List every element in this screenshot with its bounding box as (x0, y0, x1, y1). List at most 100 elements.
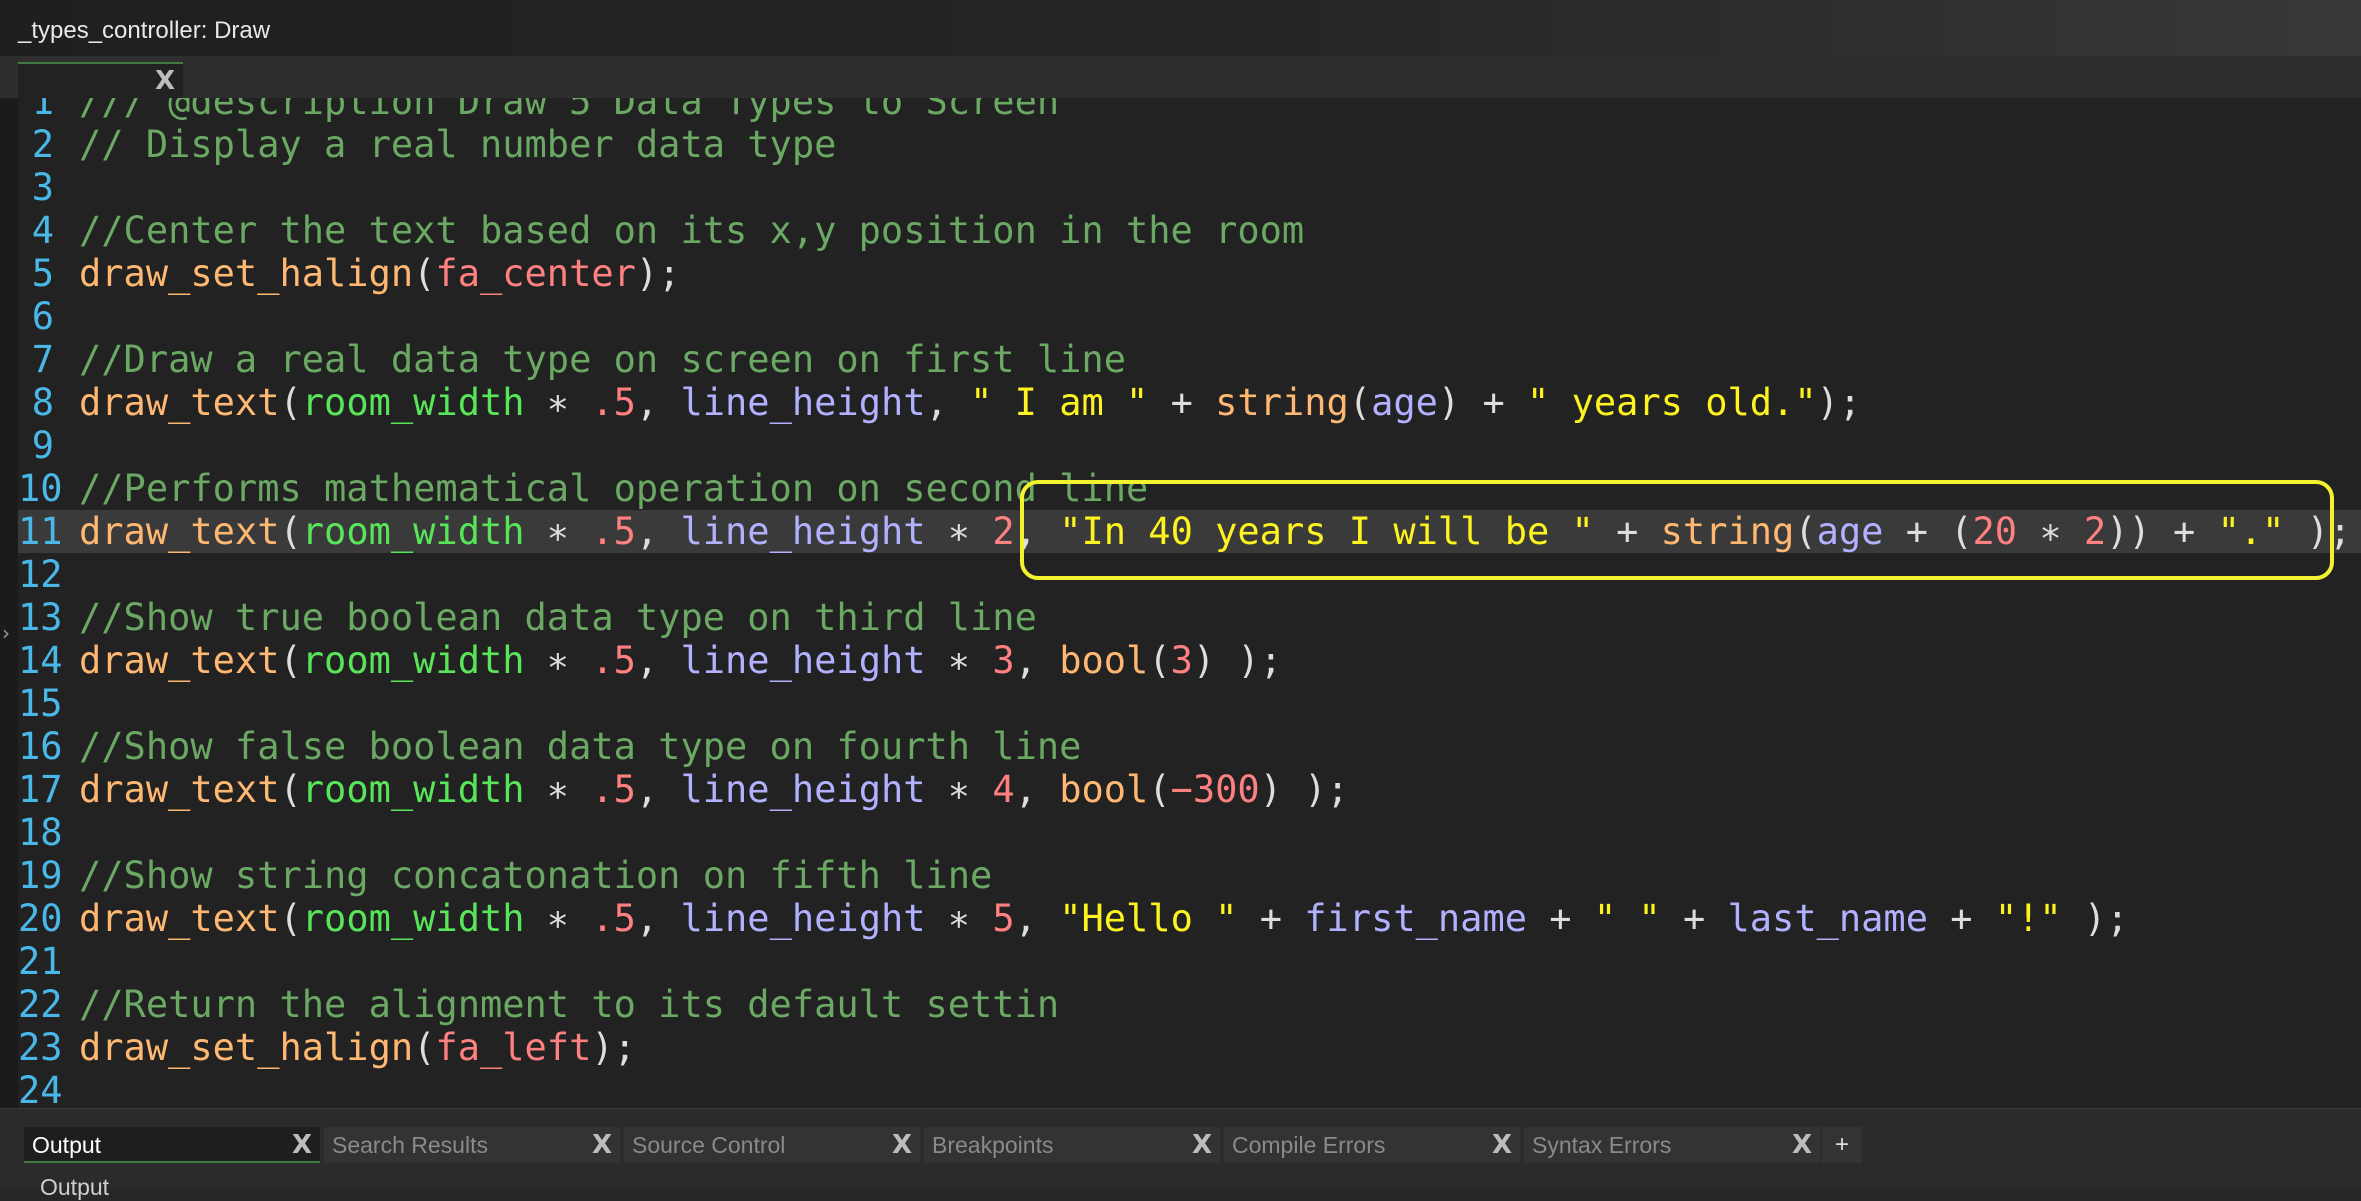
line-number: 18 (18, 811, 63, 854)
code-token: ( (413, 252, 436, 295)
output-tab[interactable]: Breakpoints X (924, 1127, 1220, 1163)
output-tab[interactable]: Compile Errors X (1224, 1127, 1520, 1163)
output-tab[interactable]: Syntax Errors X (1524, 1127, 1820, 1163)
code-line[interactable]: 22 //Return the alignment to its default … (18, 983, 2361, 1026)
code-line[interactable]: 7 //Draw a real data type on screen on fi… (18, 338, 2361, 381)
code-token: "." (2217, 510, 2285, 553)
add-tab-button[interactable]: + (1822, 1127, 1862, 1163)
line-number: 3 (31, 166, 54, 209)
close-icon[interactable]: X (292, 1127, 312, 1163)
code-token: 4 (992, 768, 1015, 811)
code-text[interactable]: //Performs mathematical operation on sec… (79, 467, 1148, 510)
code-text[interactable]: //Show string concatonation on fifth lin… (79, 854, 992, 897)
close-icon[interactable]: X (592, 1127, 612, 1163)
code-token: //Show true boolean data type on third l… (79, 596, 1037, 639)
code-text[interactable]: //Show false boolean data type on fourth… (79, 725, 1081, 768)
output-panel-label: Output (40, 1174, 110, 1200)
code-line[interactable]: 17 draw_text(room_width ∗ .5, line_height… (18, 768, 2361, 811)
code-text[interactable]: draw_text(room_width ∗ .5, line_height ∗… (79, 768, 1349, 811)
code-text[interactable]: //Show true boolean data type on third l… (79, 596, 1037, 639)
code-text[interactable]: //Return the alignment to its default se… (79, 983, 1059, 1026)
code-token: room_width (301, 381, 525, 424)
code-token: //Return the alignment to its default se… (79, 983, 1060, 1026)
code-line[interactable]: 8 draw_text(room_width ∗ .5, line_height,… (18, 381, 2361, 424)
code-token: , (1014, 639, 1060, 682)
code-line[interactable]: 5 draw_set_halign(fa_center); (18, 252, 2361, 295)
code-line[interactable]: 11 draw_text(room_width ∗ .5, line_height… (18, 510, 2361, 553)
line-number: 16 (18, 725, 63, 768)
code-line[interactable]: 24 (18, 1069, 2361, 1108)
code-token: + (1237, 897, 1305, 940)
code-text[interactable]: //Center the text based on its x,y posit… (79, 209, 1304, 252)
code-token: ); (635, 252, 681, 295)
code-line[interactable]: 1 /// @description Draw 5 Data Types to S… (18, 98, 2361, 123)
document-tab[interactable]: X (18, 62, 183, 98)
close-icon[interactable]: X (1492, 1127, 1512, 1163)
code-token: ); (591, 1026, 636, 1069)
code-token: ( (279, 897, 302, 940)
code-text[interactable]: draw_set_halign(fa_left); (79, 1026, 636, 1069)
code-line[interactable]: 19 //Show string concatonation on fifth l… (18, 854, 2361, 897)
output-tab[interactable]: Output X (24, 1127, 320, 1163)
line-number: 7 (31, 338, 54, 381)
code-text[interactable]: draw_text(room_width ∗ .5, line_height, … (79, 381, 1861, 424)
code-editor[interactable]: 1 /// @description Draw 5 Data Types to S… (18, 98, 2361, 1108)
code-line[interactable]: 16 //Show false boolean data type on four… (18, 725, 2361, 768)
code-token: ∗ (524, 381, 592, 424)
code-token: last_name (1727, 897, 1928, 940)
code-token: draw_text (79, 639, 280, 682)
code-text[interactable]: draw_text(room_width ∗ .5, line_height ∗… (79, 639, 1282, 682)
code-token: )) + (2106, 510, 2218, 553)
code-text[interactable]: //Draw a real data type on screen on fir… (79, 338, 1126, 381)
code-line[interactable]: 14 draw_text(room_width ∗ .5, line_height… (18, 639, 2361, 682)
code-line[interactable]: 2 // Display a real number data type (18, 123, 2361, 166)
code-token: ∗ (925, 639, 993, 682)
code-token: ( (1148, 768, 1171, 811)
code-token: ∗ (925, 897, 993, 940)
close-icon[interactable]: X (1792, 1127, 1812, 1163)
code-line[interactable]: 10 //Performs mathematical operation on s… (18, 467, 2361, 510)
code-text[interactable]: /// @description Draw 5 Data Types to Sc… (79, 98, 1059, 123)
code-line[interactable]: 6 (18, 295, 2361, 338)
output-tab-label: Source Control (632, 1132, 786, 1158)
code-line[interactable]: 20 draw_text(room_width ∗ .5, line_height… (18, 897, 2361, 940)
code-token: , (635, 897, 681, 940)
code-text[interactable]: draw_text(room_width ∗ .5, line_height ∗… (79, 510, 2351, 553)
output-tab[interactable]: Source Control X (624, 1127, 920, 1163)
code-token: .5 (591, 381, 636, 424)
close-icon[interactable]: X (155, 68, 175, 94)
code-token: "!" (1994, 897, 2062, 940)
code-line[interactable]: 13 //Show true boolean data type on third… (18, 596, 2361, 639)
output-tab-label: Search Results (332, 1132, 488, 1158)
code-token: "Hello " (1059, 897, 1238, 940)
line-number: 21 (18, 940, 63, 983)
code-text[interactable]: draw_set_halign(fa_center); (79, 252, 680, 295)
code-token: + (1593, 510, 1661, 553)
code-line[interactable]: 21 (18, 940, 2361, 983)
code-token: ∗ (524, 639, 592, 682)
chevron-right-icon[interactable]: › (2, 621, 10, 645)
code-token: //Performs mathematical operation on sec… (79, 467, 1149, 510)
code-line[interactable]: 15 (18, 682, 2361, 725)
code-token: bool (1059, 768, 1149, 811)
code-token: fa_left (435, 1026, 592, 1069)
code-token: //Show false boolean data type on fourth… (79, 725, 1082, 768)
close-icon[interactable]: X (892, 1127, 912, 1163)
code-token: ∗ (524, 768, 592, 811)
code-token: 3 (1170, 639, 1193, 682)
code-line[interactable]: 3 (18, 166, 2361, 209)
output-tab[interactable]: Search Results X (324, 1127, 620, 1163)
code-line[interactable]: 4 //Center the text based on its x,y posi… (18, 209, 2361, 252)
close-icon[interactable]: X (1192, 1127, 1212, 1163)
code-token: , (925, 381, 971, 424)
code-token: ∗ (524, 897, 592, 940)
code-token: draw_text (79, 510, 280, 553)
code-line[interactable]: 18 (18, 811, 2361, 854)
code-line[interactable]: 23 draw_set_halign(fa_left); (18, 1026, 2361, 1069)
code-text[interactable]: draw_text(room_width ∗ .5, line_height ∗… (79, 897, 2128, 940)
code-line[interactable]: 12 (18, 553, 2361, 596)
left-panel-collapsed[interactable]: › (0, 98, 18, 1108)
code-text[interactable]: // Display a real number data type (79, 123, 836, 166)
code-token: ∗ (524, 510, 592, 553)
code-line[interactable]: 9 (18, 424, 2361, 467)
